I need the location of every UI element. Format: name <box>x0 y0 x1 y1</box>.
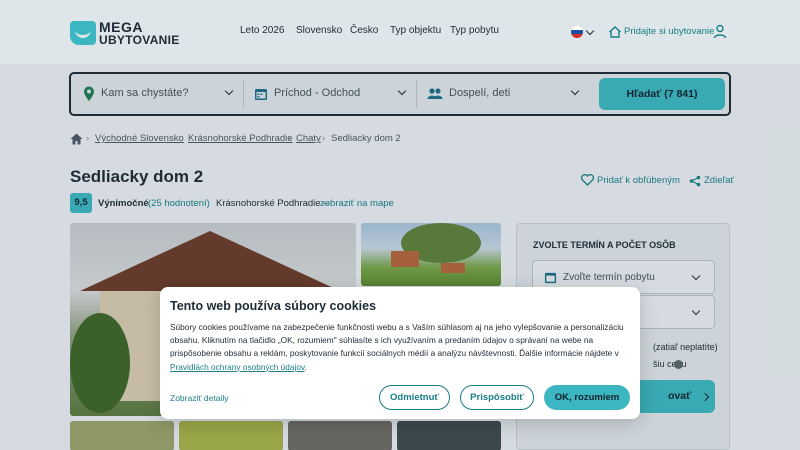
privacy-policy-link[interactable]: Pravidlách ochrany osobných údajov <box>170 362 305 372</box>
nav-item-typ-pobytu[interactable]: Typ pobytu <box>450 25 499 36</box>
cookie-dialog: Tento web používa súbory cookies Súbory … <box>160 287 640 419</box>
site-header: MEGA UBYTOVANIE Leto 2026 Slovensko Česk… <box>0 0 800 64</box>
show-details-link[interactable]: Zobraziť detaily <box>170 393 228 403</box>
language-chevron-icon[interactable] <box>585 26 595 36</box>
cookie-text-end: . <box>304 361 307 372</box>
customize-button[interactable]: Prispôsobiť <box>460 385 534 410</box>
nav-item-typ-objektu[interactable]: Typ objektu <box>390 25 441 36</box>
nav-item-cesko[interactable]: Česko <box>350 25 378 36</box>
reject-button[interactable]: Odmietnuť <box>379 385 450 410</box>
logo-icon <box>70 21 96 45</box>
user-icon[interactable] <box>713 24 727 39</box>
cookie-title: Tento web používa súbory cookies <box>170 299 377 313</box>
logo-text-ubytovanie: UBYTOVANIE <box>99 33 180 47</box>
nav-item-slovensko[interactable]: Slovensko <box>296 25 342 36</box>
slovak-flag-icon[interactable] <box>571 26 583 38</box>
cookie-body: Súbory cookies používame na zabezpečenie… <box>170 322 624 359</box>
cookie-text: Súbory cookies používame na zabezpečenie… <box>170 321 630 374</box>
accept-button[interactable]: OK, rozumiem <box>544 385 630 410</box>
logo[interactable]: MEGA UBYTOVANIE <box>70 18 179 48</box>
nav-item-leto[interactable]: Leto 2026 <box>240 25 285 36</box>
home-icon <box>609 26 621 38</box>
add-accommodation-link[interactable]: Pridajte si ubytovanie <box>624 26 714 37</box>
